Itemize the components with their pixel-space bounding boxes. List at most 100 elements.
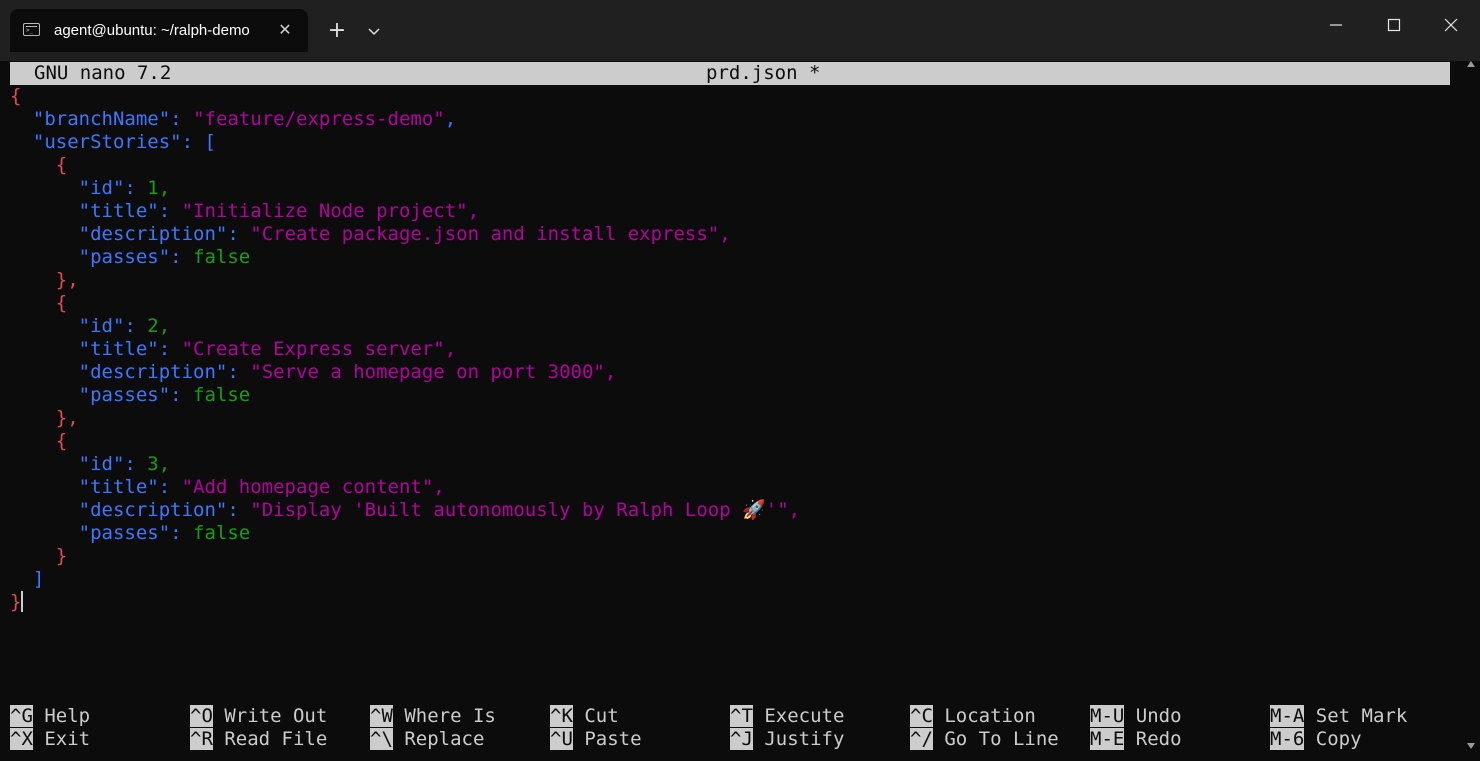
terminal-viewport[interactable]: GNU nano 7.2 prd.json * { "branchName": … bbox=[10, 61, 1450, 761]
code-token: "Create package.json and install express… bbox=[250, 223, 720, 245]
shortcut-key: ^R bbox=[190, 728, 213, 750]
shortcut-label: Write Out bbox=[212, 705, 328, 727]
shortcut-label: Copy bbox=[1304, 728, 1362, 750]
code-token: : bbox=[158, 338, 182, 360]
code-token: "Create Express server" bbox=[181, 338, 445, 360]
text-cursor bbox=[21, 591, 24, 612]
shortcut-key: ^G bbox=[10, 705, 33, 727]
code-token: , bbox=[604, 361, 617, 383]
code-token: : bbox=[170, 246, 194, 268]
code-token: , bbox=[467, 200, 480, 222]
shortcut-key: M-E bbox=[1090, 728, 1125, 750]
code-token: , bbox=[433, 476, 445, 498]
code-token: : bbox=[227, 223, 251, 245]
shortcut-key: ^/ bbox=[910, 728, 933, 750]
code-token: : bbox=[181, 131, 205, 153]
editor-line: }, bbox=[10, 269, 1450, 292]
shortcut-label: Location bbox=[932, 705, 1036, 727]
nano-version: GNU nano 7.2 bbox=[34, 62, 172, 84]
code-token: "id" bbox=[78, 177, 125, 199]
code-token: } bbox=[10, 591, 22, 613]
shortcut-label: Set Mark bbox=[1304, 705, 1408, 727]
code-token: "Initialize Node project" bbox=[181, 200, 468, 222]
code-token: : bbox=[170, 108, 194, 130]
code-token: : bbox=[124, 453, 148, 475]
shortcut-label: Execute bbox=[752, 705, 845, 727]
editor-line: "userStories": [ bbox=[10, 131, 1450, 154]
code-token: , bbox=[158, 177, 171, 199]
shortcut-key: ^\ bbox=[370, 728, 393, 750]
code-token: , bbox=[444, 108, 457, 130]
shortcut-key: ^X bbox=[10, 728, 33, 750]
code-token: } bbox=[55, 545, 68, 567]
tab-dropdown-chevron-down-icon[interactable] bbox=[361, 17, 387, 45]
code-token: , bbox=[788, 499, 801, 521]
shortcut-item: ^R Read File bbox=[190, 728, 327, 751]
shortcut-item: ^K Cut bbox=[550, 705, 619, 728]
code-token: "title" bbox=[78, 338, 159, 360]
code-token: "passes" bbox=[78, 522, 171, 544]
maximize-button[interactable] bbox=[1365, 0, 1423, 52]
code-token: }, bbox=[55, 269, 79, 291]
window-titlebar: >_ agent@ubuntu: ~/ralph-demo ✕ + bbox=[0, 0, 1480, 61]
shortcut-label: Read File bbox=[212, 728, 328, 750]
shortcut-key: M-U bbox=[1090, 705, 1125, 727]
code-token: , bbox=[444, 338, 457, 360]
close-window-button[interactable] bbox=[1422, 0, 1480, 52]
shortcut-key: ^U bbox=[550, 728, 573, 750]
new-tab-button[interactable]: + bbox=[322, 16, 352, 46]
code-token: : bbox=[170, 522, 194, 544]
code-token: "id" bbox=[78, 453, 125, 475]
maximize-icon bbox=[1387, 18, 1401, 32]
minimize-button[interactable] bbox=[1307, 0, 1365, 52]
shortcut-label: Paste bbox=[572, 728, 642, 750]
editor-line: "branchName": "feature/express-demo", bbox=[10, 108, 1450, 131]
shortcut-label: Exit bbox=[32, 728, 91, 750]
code-token: : bbox=[124, 177, 148, 199]
shortcut-label: Where Is bbox=[392, 705, 496, 727]
nano-filename: prd.json * bbox=[706, 62, 821, 84]
shortcut-item: ^G Help bbox=[10, 705, 90, 728]
code-token: : bbox=[227, 361, 251, 383]
scroll-down-arrow-icon[interactable] bbox=[1466, 742, 1476, 750]
editor-line: ] bbox=[10, 568, 1450, 591]
shortcut-key: ^K bbox=[550, 705, 573, 727]
editor-line: "description": "Create package.json and … bbox=[10, 223, 1450, 246]
code-token: 1 bbox=[147, 177, 159, 199]
scroll-up-arrow-icon[interactable] bbox=[1466, 60, 1476, 68]
code-token: : bbox=[158, 200, 182, 222]
code-token: { bbox=[55, 292, 68, 314]
editor-buffer[interactable]: { "branchName": "feature/express-demo", … bbox=[10, 85, 1450, 614]
close-icon bbox=[1444, 18, 1458, 32]
code-token: "title" bbox=[78, 200, 159, 222]
shortcut-item: ^C Location bbox=[910, 705, 1036, 728]
shortcut-label: Redo bbox=[1124, 728, 1182, 750]
shortcut-key: ^T bbox=[730, 705, 753, 727]
code-token: "feature/express-demo" bbox=[193, 108, 445, 130]
shortcut-item: M-A Set Mark bbox=[1270, 705, 1407, 728]
code-token: "Display 'Built autonomously by Ralph Lo… bbox=[250, 499, 789, 521]
scrollbar[interactable] bbox=[1462, 52, 1480, 761]
shortcut-key: ^O bbox=[190, 705, 213, 727]
close-tab-icon[interactable]: ✕ bbox=[274, 19, 296, 41]
terminal-tab[interactable]: >_ agent@ubuntu: ~/ralph-demo ✕ bbox=[10, 9, 308, 52]
shortcut-label: Go To Line bbox=[932, 728, 1059, 750]
code-token: , bbox=[158, 453, 171, 475]
code-token: "passes" bbox=[78, 384, 171, 406]
editor-line: "description": "Display 'Built autonomou… bbox=[10, 499, 1450, 522]
shortcut-item: ^U Paste bbox=[550, 728, 642, 751]
